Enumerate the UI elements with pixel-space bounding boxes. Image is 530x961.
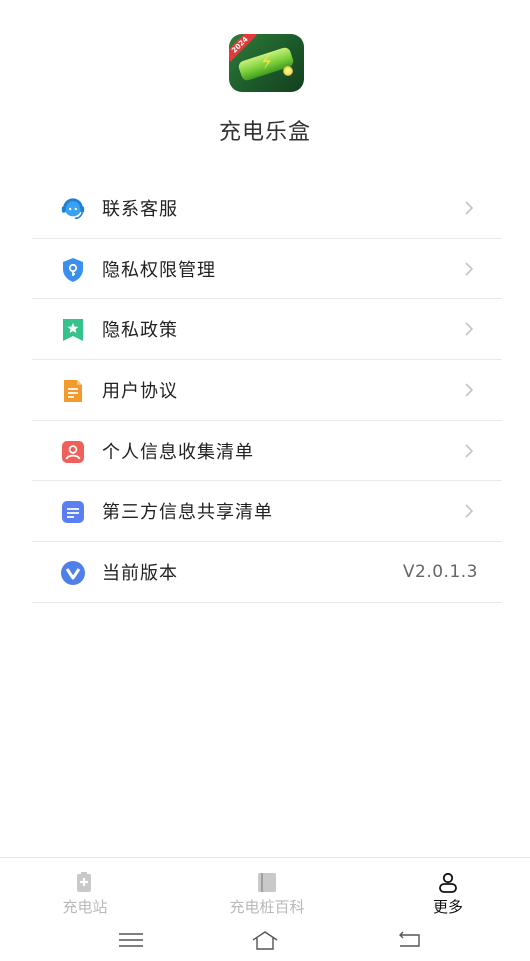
settings-menu: 联系客服 隐私权限管理 隐私政策 用户协议 个人信息收集清单 第三方信息共享清单… xyxy=(32,178,502,603)
tab-more[interactable]: 更多 xyxy=(413,858,483,920)
chevron-right-icon xyxy=(465,201,474,215)
menu-item-privacy-policy[interactable]: 隐私政策 xyxy=(32,299,502,361)
chevron-right-icon xyxy=(465,444,474,458)
menu-item-label: 隐私权限管理 xyxy=(102,259,216,281)
privacy-policy-icon xyxy=(60,317,86,343)
user-agreement-icon xyxy=(60,378,86,404)
bottom-tab-bar: 充电站 充电桩百科 更多 xyxy=(0,857,530,919)
menu-item-label: 隐私政策 xyxy=(102,320,178,342)
system-navigation-bar xyxy=(0,920,530,961)
back-icon[interactable] xyxy=(395,928,425,952)
menu-item-label: 个人信息收集清单 xyxy=(102,441,254,463)
app-header: 2024 ⚡ 充电乐盒 xyxy=(0,0,530,175)
menu-item-third-party-sharing-list[interactable]: 第三方信息共享清单 xyxy=(32,481,502,543)
menu-item-current-version: 当前版本 V2.0.1.3 xyxy=(32,542,502,603)
menu-item-user-agreement[interactable]: 用户协议 xyxy=(32,360,502,421)
version-icon xyxy=(60,560,86,586)
menu-icon[interactable] xyxy=(116,928,146,952)
menu-item-label: 第三方信息共享清单 xyxy=(102,502,273,524)
spark-graphic xyxy=(283,66,293,76)
personal-info-icon xyxy=(60,439,86,465)
version-label: 当前版本 xyxy=(102,562,178,584)
third-party-share-icon xyxy=(60,499,86,525)
book-icon xyxy=(258,873,276,892)
tab-label: 充电桩百科 xyxy=(229,898,305,916)
chevron-right-icon xyxy=(465,504,474,519)
customer-service-icon xyxy=(60,196,86,222)
menu-item-contact-support[interactable]: 联系客服 xyxy=(32,178,502,239)
tab-charging-encyclopedia[interactable]: 充电桩百科 xyxy=(207,858,327,920)
app-name: 充电乐盒 xyxy=(218,120,311,145)
menu-item-label: 联系客服 xyxy=(102,198,178,220)
charging-station-icon xyxy=(77,872,91,892)
chevron-right-icon xyxy=(465,383,474,397)
chevron-right-icon xyxy=(465,262,474,276)
tab-label: 更多 xyxy=(432,898,463,916)
privacy-shield-icon xyxy=(60,257,86,283)
tab-charging-station[interactable]: 充电站 xyxy=(40,858,130,920)
home-icon[interactable] xyxy=(250,928,280,952)
app-logo-icon: 2024 ⚡ xyxy=(229,34,304,92)
person-icon xyxy=(439,872,457,893)
menu-item-privacy-permissions[interactable]: 隐私权限管理 xyxy=(32,239,502,300)
version-value: V2.0.1.3 xyxy=(402,561,478,582)
menu-item-label: 用户协议 xyxy=(102,380,178,402)
menu-item-personal-info-list[interactable]: 个人信息收集清单 xyxy=(32,421,502,482)
chevron-right-icon xyxy=(465,322,474,336)
tab-label: 充电站 xyxy=(62,898,108,916)
